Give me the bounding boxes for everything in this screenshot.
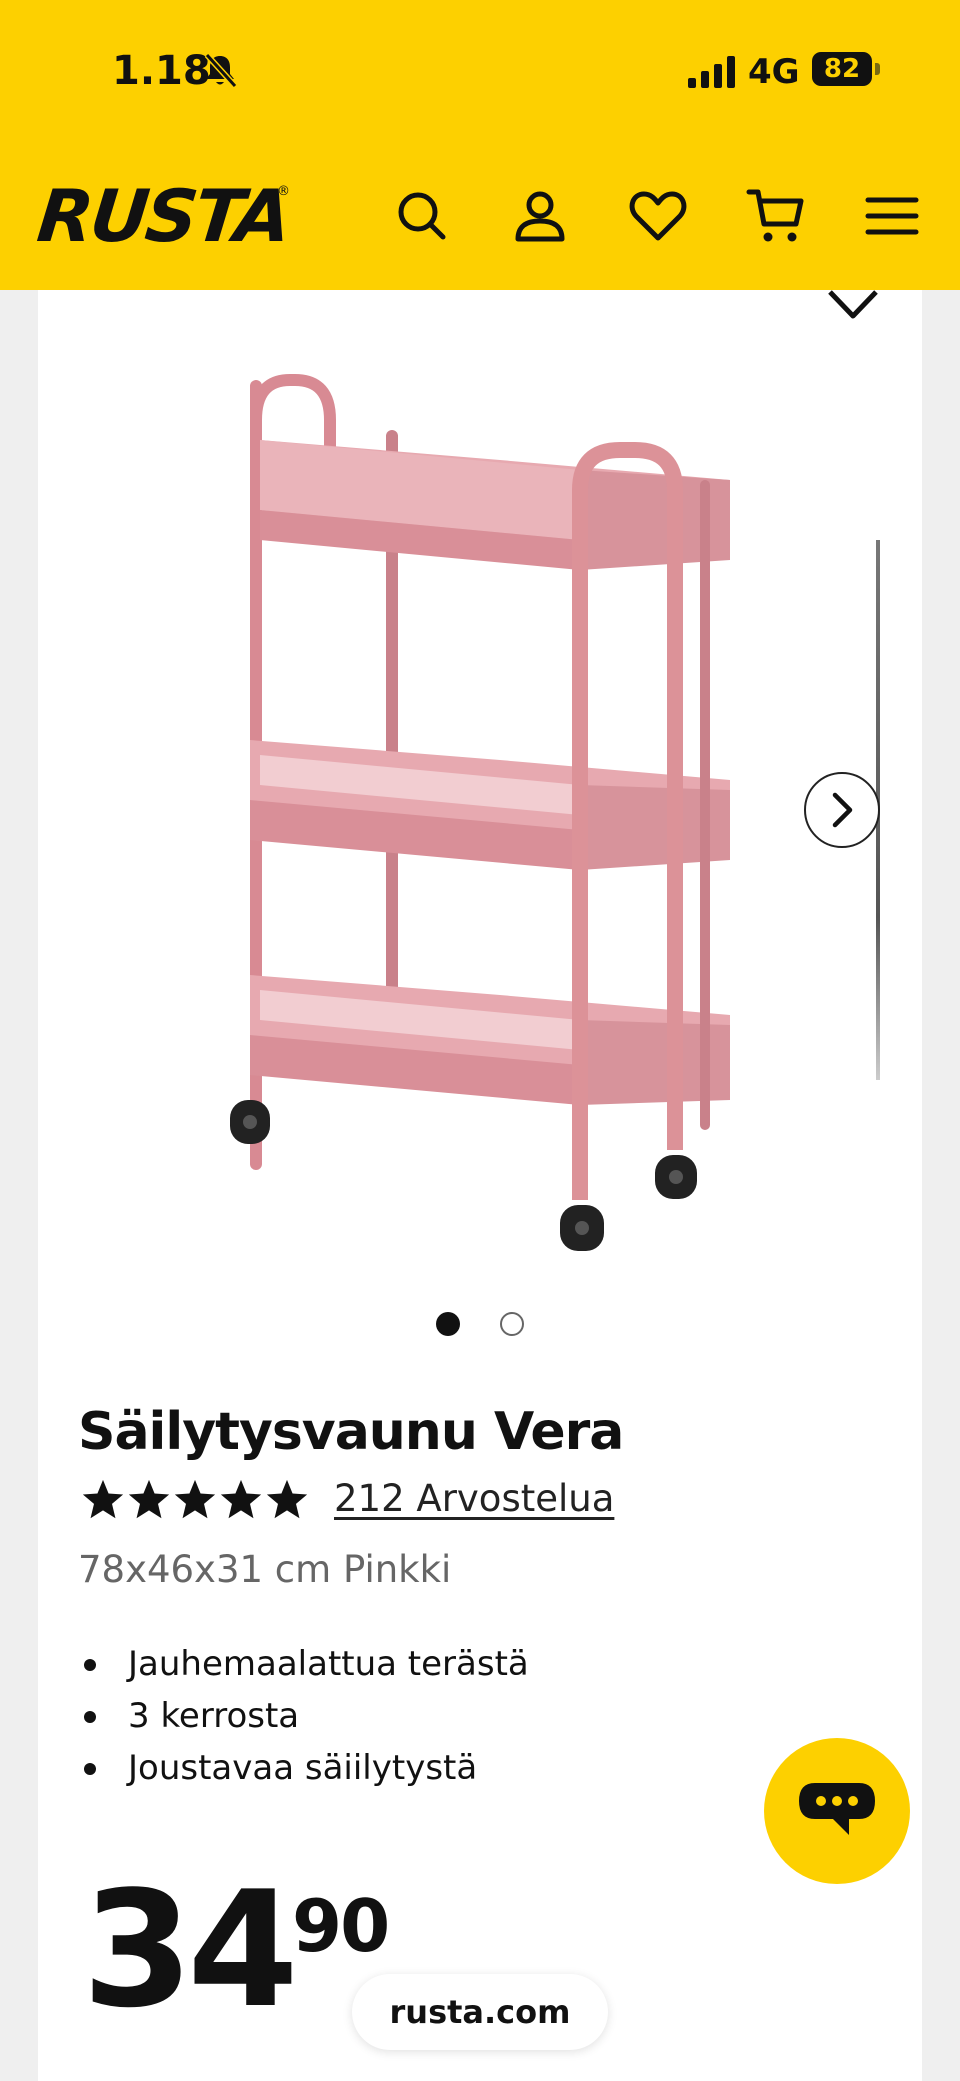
- feature-item: 3 kerrosta: [80, 1694, 529, 1746]
- carousel-dot-2[interactable]: [500, 1312, 524, 1336]
- price-integer: 34: [82, 1856, 299, 2043]
- account-icon: [515, 191, 565, 242]
- chevron-down-icon[interactable]: [826, 286, 880, 326]
- star-icon: [128, 1479, 170, 1519]
- cart-button[interactable]: [740, 180, 812, 252]
- price-decimal: 90: [292, 1884, 390, 1968]
- chat-button[interactable]: [764, 1738, 910, 1884]
- search-button[interactable]: [386, 180, 458, 252]
- status-time: 1.18: [112, 48, 211, 94]
- bell-muted-icon: [204, 52, 238, 89]
- star-icon: [174, 1479, 216, 1519]
- reviews-link[interactable]: 212 Arvostelua: [334, 1477, 614, 1520]
- menu-icon: [865, 197, 919, 235]
- signal-icon: [688, 56, 735, 88]
- battery-indicator: 82: [812, 52, 872, 86]
- product-image[interactable]: [200, 360, 760, 1260]
- chat-bubble-icon: [799, 1783, 875, 1835]
- registered-mark: ®: [277, 184, 290, 199]
- carousel-dot-1[interactable]: [436, 1312, 460, 1336]
- cart-icon: [746, 189, 804, 242]
- star-icon: [220, 1479, 262, 1519]
- product-variant: 78x46x31 cm Pinkki: [78, 1548, 452, 1591]
- browser-url-bar[interactable]: rusta.com: [352, 1974, 608, 2050]
- product-title: Säilytysvaunu Vera: [78, 1402, 624, 1462]
- feature-item: Joustavaa säiilytystä: [80, 1746, 529, 1798]
- menu-button[interactable]: [856, 180, 928, 252]
- account-button[interactable]: [504, 180, 576, 252]
- battery-tip: [875, 63, 880, 75]
- network-type: 4G: [748, 52, 800, 92]
- chevron-right-icon: [832, 792, 853, 828]
- star-icon: [82, 1479, 124, 1519]
- heart-icon: [629, 191, 687, 241]
- feature-list: Jauhemaalattua terästä 3 kerrosta Jousta…: [80, 1642, 529, 1798]
- feature-item: Jauhemaalattua terästä: [80, 1642, 529, 1694]
- search-icon: [398, 192, 446, 240]
- star-icon: [266, 1479, 308, 1519]
- site-header: 1.18 4G 82 RUSTA ®: [0, 0, 960, 290]
- rating-stars: [80, 1477, 310, 1523]
- next-image-button[interactable]: [804, 772, 880, 848]
- wishlist-button[interactable]: [622, 180, 694, 252]
- rusta-logo[interactable]: RUSTA: [34, 174, 293, 258]
